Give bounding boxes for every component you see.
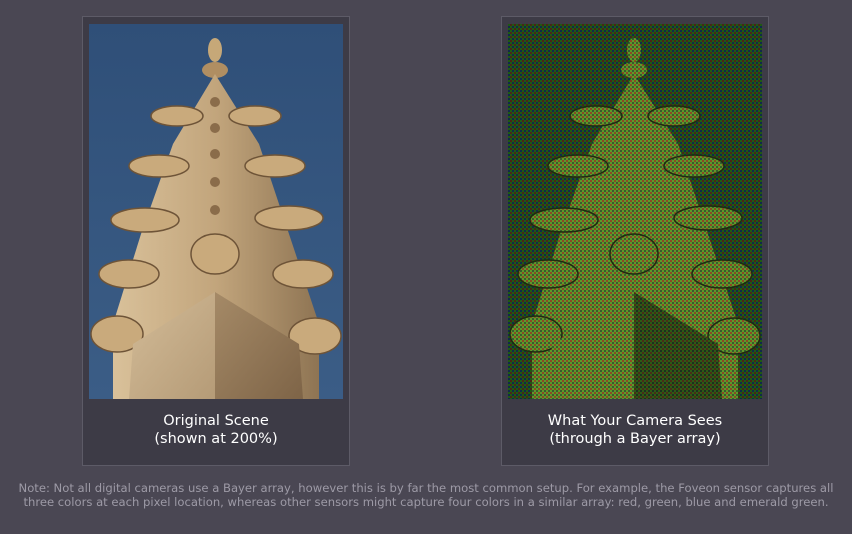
caption-subtitle: (shown at 200%) [154,431,278,447]
original-scene-panel: Original Scene (shown at 200%) [82,16,350,466]
bayer-array-panel: What Your Camera Sees (through a Bayer a… [501,16,769,466]
original-scene-image [89,24,343,399]
bayer-array-caption: What Your Camera Sees (through a Bayer a… [502,412,768,448]
caption-title: Original Scene [163,413,269,429]
bayer-array-image [508,24,762,399]
caption-subtitle: (through a Bayer array) [549,431,721,447]
original-scene-caption: Original Scene (shown at 200%) [83,412,349,448]
footnote: Note: Not all digital cameras use a Baye… [18,481,834,509]
caption-title: What Your Camera Sees [547,413,723,429]
